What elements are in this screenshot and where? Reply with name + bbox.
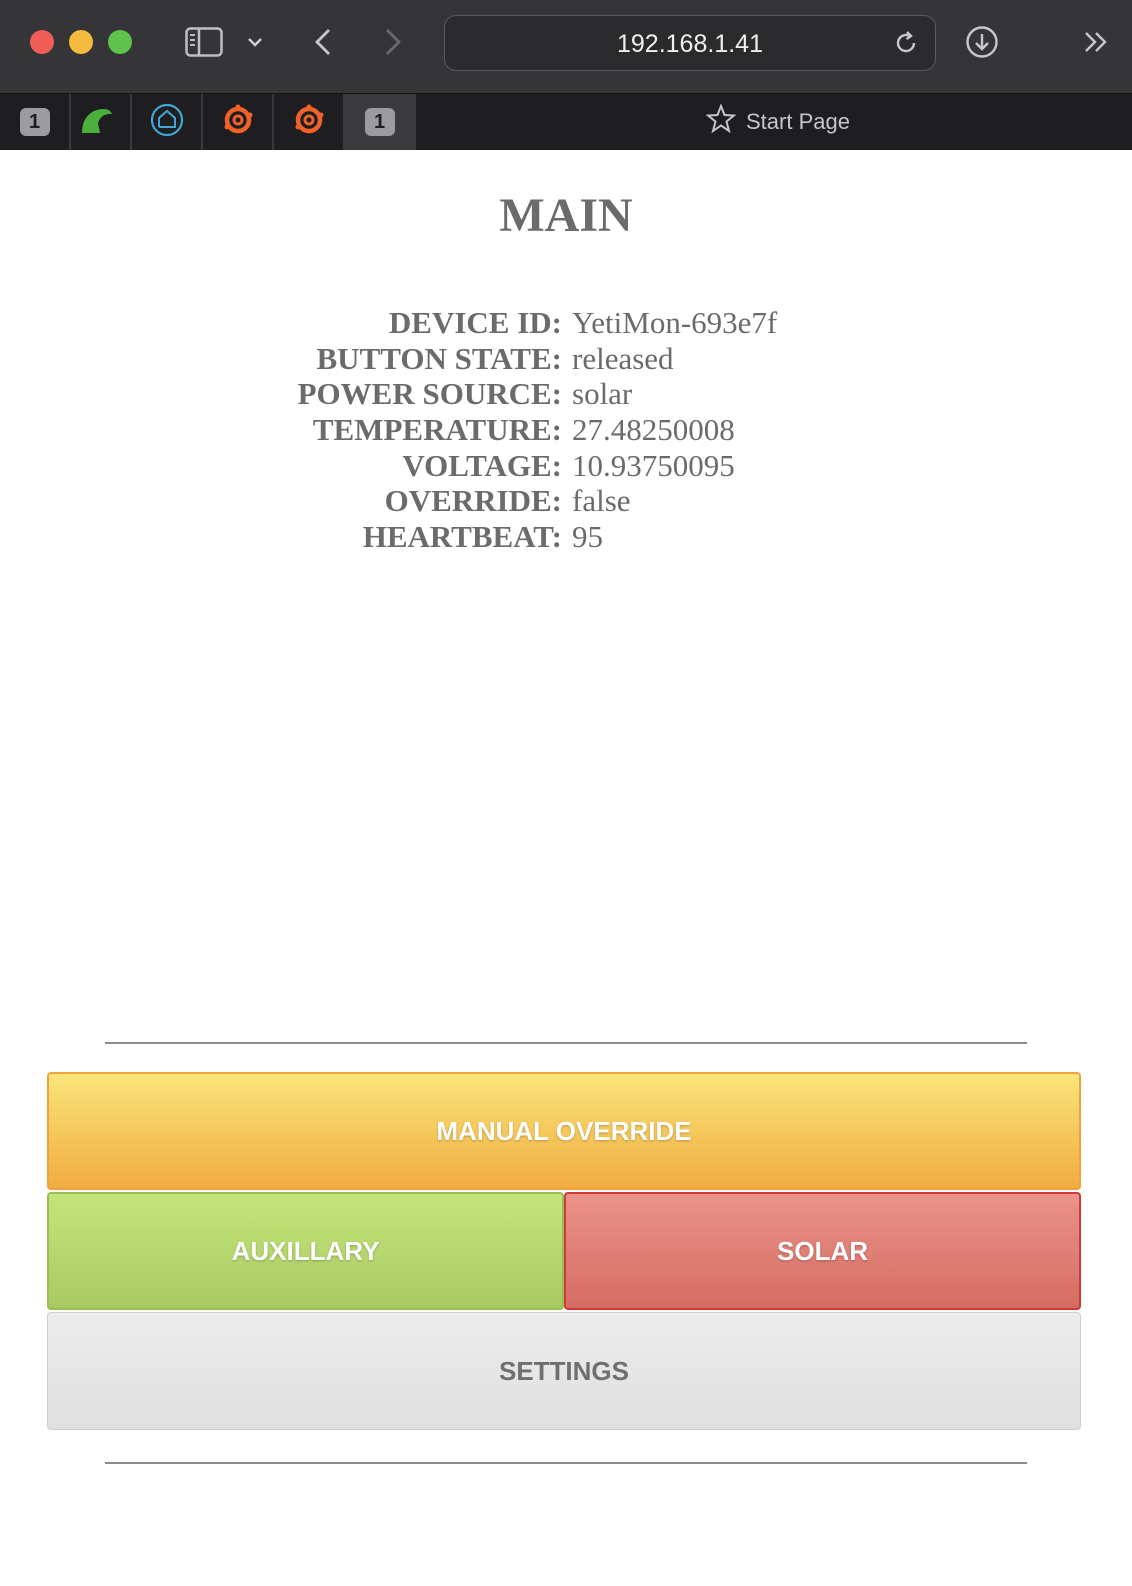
minimize-window-button[interactable] [69, 30, 93, 54]
info-row-heartbeat: HEARTBEAT: 95 [0, 519, 1132, 555]
info-label: POWER SOURCE: [297, 376, 562, 412]
info-value: solar [572, 376, 633, 412]
star-icon [705, 103, 737, 140]
info-label: BUTTON STATE: [316, 340, 563, 376]
info-row-temperature: TEMPERATURE: 27.48250008 [0, 412, 1132, 448]
divider-top [105, 1042, 1027, 1044]
manual-override-button[interactable]: MANUAL OVERRIDE [47, 1072, 1081, 1190]
tab-5[interactable] [274, 94, 345, 150]
solar-button[interactable]: SOLAR [564, 1192, 1081, 1310]
settings-button[interactable]: SETTINGS [47, 1312, 1081, 1430]
back-arrow-icon[interactable] [308, 24, 338, 60]
info-row-voltage: VOLTAGE: 10.93750095 [0, 448, 1132, 484]
page-title: MAIN [499, 189, 633, 242]
grafana-icon [221, 103, 255, 142]
close-window-button[interactable] [30, 30, 54, 54]
device-info-list: DEVICE ID: YetiMon-693e7f BUTTON STATE: … [0, 305, 1132, 555]
tab-6-active[interactable]: 1 [345, 94, 416, 150]
tab-3[interactable] [132, 94, 203, 150]
reload-icon[interactable] [891, 28, 921, 58]
browser-toolbar: 192.168.1.41 [0, 0, 1132, 94]
info-label: TEMPERATURE: [312, 412, 562, 448]
tab-2[interactable] [61, 94, 132, 150]
download-icon[interactable] [964, 24, 1000, 60]
info-row-override: OVERRIDE: false [0, 483, 1132, 519]
info-value: released [572, 340, 674, 376]
url-text: 192.168.1.41 [617, 30, 763, 58]
auxillary-button[interactable]: AUXILLARY [47, 1192, 564, 1310]
start-page-label: Start Page [746, 109, 850, 134]
chevron-down-icon[interactable] [240, 28, 270, 56]
info-value: 27.48250008 [572, 412, 735, 448]
divider-bottom [105, 1462, 1027, 1464]
number-badge-icon: 1 [19, 108, 50, 136]
forward-arrow-icon[interactable] [378, 24, 408, 60]
info-label: HEARTBEAT: [362, 519, 562, 555]
info-value: 10.93750095 [572, 447, 735, 483]
green-arc-icon [78, 105, 114, 140]
info-row-power-source: POWER SOURCE: solar [0, 376, 1132, 412]
info-label: DEVICE ID: [388, 305, 562, 340]
info-value: YetiMon-693e7f [572, 305, 778, 340]
maximize-window-button[interactable] [108, 30, 132, 54]
info-value: false [572, 483, 631, 519]
tab-4[interactable] [203, 94, 274, 150]
tab-bar: 1 1 Start Page [0, 94, 1132, 150]
grafana-icon [292, 103, 326, 142]
address-bar[interactable]: 192.168.1.41 [444, 15, 936, 71]
info-label: OVERRIDE: [384, 483, 562, 519]
home-assistant-icon [150, 103, 184, 142]
start-page-tab[interactable]: Start Page [705, 103, 850, 136]
double-chevron-right-icon[interactable] [1080, 28, 1112, 56]
info-row-button-state: BUTTON STATE: released [0, 341, 1132, 377]
info-value: 95 [572, 519, 603, 555]
sidebar-icon[interactable] [184, 24, 224, 60]
info-row-device-id: DEVICE ID: YetiMon-693e7f [0, 305, 1132, 341]
number-badge-icon: 1 [364, 108, 395, 136]
info-label: VOLTAGE: [402, 447, 562, 483]
